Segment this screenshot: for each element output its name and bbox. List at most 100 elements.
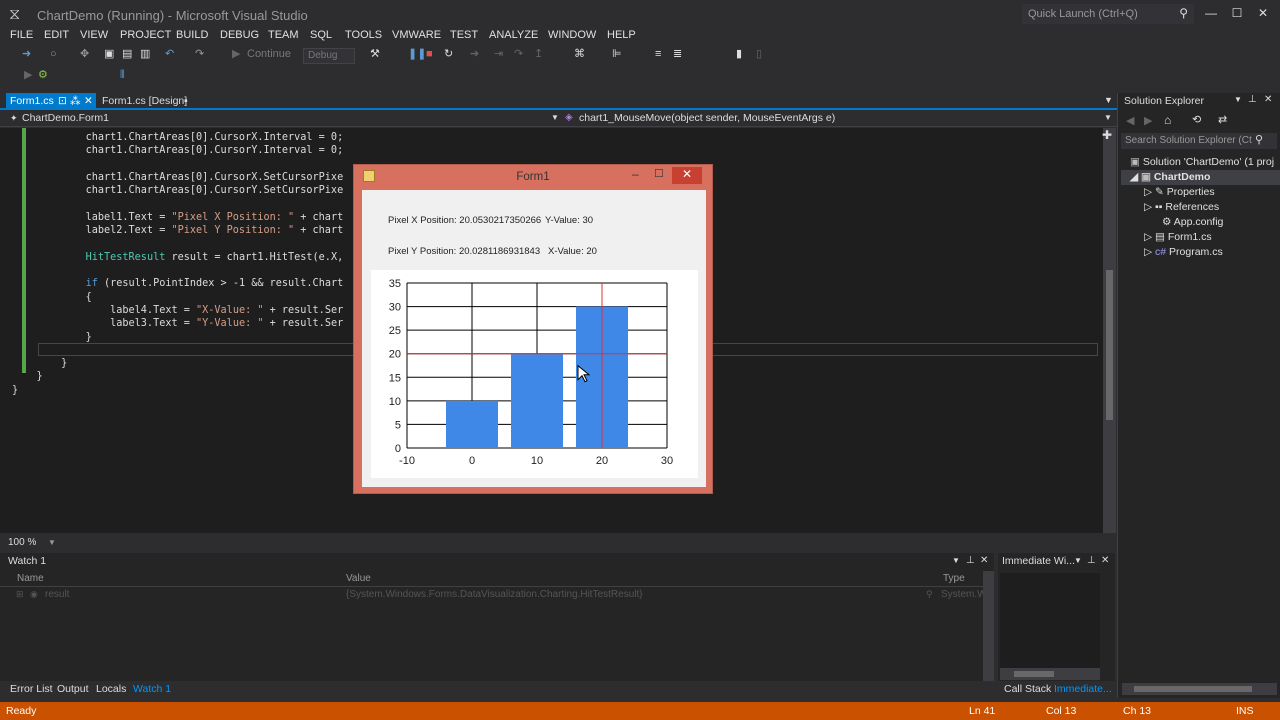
se-search-icon[interactable]: ⚲	[1255, 133, 1263, 146]
show-next-statement-icon[interactable]: ➔	[470, 46, 479, 62]
tree-references[interactable]: ▷ ▪▪ References	[1144, 201, 1219, 213]
run-icon[interactable]: ▶	[24, 67, 32, 83]
expand-icon[interactable]: ▷	[1144, 201, 1152, 213]
forward-icon[interactable]: ○	[50, 46, 57, 62]
menu-debug[interactable]: DEBUG	[220, 29, 259, 41]
pause-icon[interactable]: ❚❚	[408, 46, 426, 62]
form-maximize-button[interactable]: ☐	[654, 167, 664, 180]
split-icon[interactable]: ✚	[1102, 128, 1112, 142]
class-dropdown[interactable]: ChartDemo.Form1	[22, 112, 109, 124]
editor-scrollbar[interactable]	[1103, 128, 1116, 533]
form-minimize-button[interactable]: –	[632, 167, 639, 181]
expand-icon[interactable]: ▷	[1144, 186, 1152, 198]
menu-help[interactable]: HELP	[607, 29, 636, 41]
watch-vscrollbar[interactable]	[983, 571, 994, 681]
menu-view[interactable]: VIEW	[80, 29, 108, 41]
tree-properties[interactable]: ▷ ✎ Properties	[1144, 186, 1215, 198]
keep-open-icon[interactable]: ⁂	[70, 95, 81, 107]
member-dropdown-arrow-icon[interactable]: ▼	[1104, 113, 1112, 122]
tab-watch1[interactable]: Watch 1	[133, 683, 171, 695]
se-back-icon[interactable]: ◀	[1126, 114, 1134, 127]
expand-box-icon[interactable]: ⊞	[16, 589, 24, 600]
watch-row[interactable]: ⊞ ◉ result {System.Windows.Forms.DataVis…	[0, 588, 987, 602]
menu-sql[interactable]: SQL	[310, 29, 332, 41]
panel-pin-icon[interactable]: ⊥	[1248, 94, 1257, 105]
close-button[interactable]: ✕	[1252, 4, 1274, 22]
undo-icon[interactable]: ↶	[165, 46, 174, 62]
tree-solution[interactable]: ▣ Solution 'ChartDemo' (1 proj	[1130, 156, 1274, 168]
immediate-hscrollbar[interactable]	[1000, 668, 1100, 680]
refresh-icon[interactable]: ⇄	[1218, 113, 1227, 126]
col-value[interactable]: Value	[346, 573, 371, 584]
menu-tools[interactable]: TOOLS	[345, 29, 382, 41]
quick-launch-input[interactable]: Quick Launch (Ctrl+Q) ⚲	[1022, 4, 1194, 24]
redo-icon[interactable]: ↷	[195, 46, 204, 62]
class-dropdown-arrow-icon[interactable]: ▼	[551, 113, 559, 122]
tab-dropdown-icon[interactable]: ▼	[1104, 95, 1113, 105]
menu-analyze[interactable]: ANALYZE	[489, 29, 538, 41]
panel-menu-icon[interactable]: ▼	[1234, 95, 1242, 104]
immediate-hscroll-thumb[interactable]	[1014, 671, 1054, 677]
diagnostics-icon[interactable]: ⚙	[38, 67, 48, 83]
new-project-icon[interactable]: ✥	[80, 46, 89, 62]
home-icon[interactable]: ⌂	[1164, 113, 1171, 127]
step-over-icon[interactable]: ↷	[514, 46, 523, 62]
collapse-icon[interactable]: ◢	[1130, 171, 1138, 183]
step-out-icon[interactable]: ↥	[534, 46, 543, 62]
watch-pin-icon[interactable]: ⊥	[966, 555, 975, 566]
menu-file[interactable]: FILE	[10, 29, 33, 41]
tree-project[interactable]: ◢ ▣ ChartDemo	[1130, 171, 1210, 183]
minimize-button[interactable]: —	[1200, 4, 1222, 22]
tab-form1-design[interactable]: Form1.cs [Design] ▪	[98, 93, 194, 109]
menu-window[interactable]: WINDOW	[548, 29, 596, 41]
tab-form1-cs[interactable]: Form1.cs ⊡ ⁂ ✕	[6, 93, 96, 109]
tab-error-list[interactable]: Error List	[10, 683, 53, 695]
close-tab-icon[interactable]: ✕	[84, 95, 93, 107]
menu-test[interactable]: TEST	[450, 29, 478, 41]
zoom-dropdown-icon[interactable]: ▼	[48, 538, 56, 547]
col-type[interactable]: Type	[943, 573, 965, 584]
sync-icon[interactable]: ⟲	[1192, 113, 1201, 126]
menu-build[interactable]: BUILD	[176, 29, 208, 41]
se-forward-icon[interactable]: ▶	[1144, 114, 1152, 127]
align-icon[interactable]: ⊫	[612, 46, 622, 62]
chart1[interactable]: 0 5 10 15 20 25 30 35 -10 0 10 20 30	[371, 270, 698, 478]
attach-icon[interactable]: ⚒	[370, 46, 380, 62]
menu-edit[interactable]: EDIT	[44, 29, 69, 41]
search-solution-input[interactable]: Search Solution Explorer (Ct ⚲	[1121, 133, 1277, 149]
panel-close-icon[interactable]: ✕	[1264, 94, 1272, 105]
watch-close-icon[interactable]: ✕	[980, 555, 988, 566]
menu-project[interactable]: PROJECT	[120, 29, 171, 41]
immediate-input[interactable]	[1000, 573, 1100, 669]
expand-icon[interactable]: ▷	[1144, 231, 1152, 243]
tab-call-stack[interactable]: Call Stack	[1004, 683, 1051, 695]
member-dropdown[interactable]: chart1_MouseMove(object sender, MouseEve…	[579, 112, 835, 124]
zoom-combo[interactable]: 100 %	[8, 537, 36, 548]
tree-app-config[interactable]: ⚙ App.config	[1162, 216, 1223, 228]
tree-form1[interactable]: ▷ ▤ Form1.cs	[1144, 231, 1212, 243]
step-into-icon[interactable]: ⇥	[494, 46, 503, 62]
pin-icon[interactable]: ⊡	[58, 95, 67, 107]
tree-program[interactable]: ▷ c# Program.cs	[1144, 246, 1223, 258]
col-name[interactable]: Name	[17, 573, 44, 584]
se-hscroll-thumb[interactable]	[1134, 686, 1252, 692]
hex-display-icon[interactable]: ⌘	[574, 46, 585, 62]
restart-icon[interactable]: ↻	[444, 46, 453, 62]
scrollbar-thumb[interactable]	[1106, 270, 1113, 420]
immediate-close-icon[interactable]: ✕	[1101, 555, 1109, 566]
tab-output[interactable]: Output	[57, 683, 89, 695]
continue-button[interactable]: Continue	[247, 46, 291, 62]
expand-icon[interactable]: ▷	[1144, 246, 1152, 258]
browser-link-icon[interactable]: ⫴	[120, 67, 125, 83]
continue-icon[interactable]: ▶	[232, 46, 240, 62]
se-hscrollbar[interactable]	[1122, 683, 1277, 695]
form1-titlebar[interactable]: Form1 – ☐ ✕	[354, 165, 712, 189]
save-all-icon[interactable]: ▥	[140, 46, 150, 62]
open-file-icon[interactable]: ▣	[104, 46, 114, 62]
immediate-pin-icon[interactable]: ⊥	[1087, 555, 1096, 566]
visualizer-icon[interactable]: ⚲	[926, 589, 933, 600]
immediate-menu-icon[interactable]: ▼	[1074, 556, 1082, 565]
config-combo[interactable]: Debug	[303, 48, 355, 64]
stop-icon[interactable]: ■	[426, 46, 433, 62]
menu-team[interactable]: TEAM	[268, 29, 299, 41]
